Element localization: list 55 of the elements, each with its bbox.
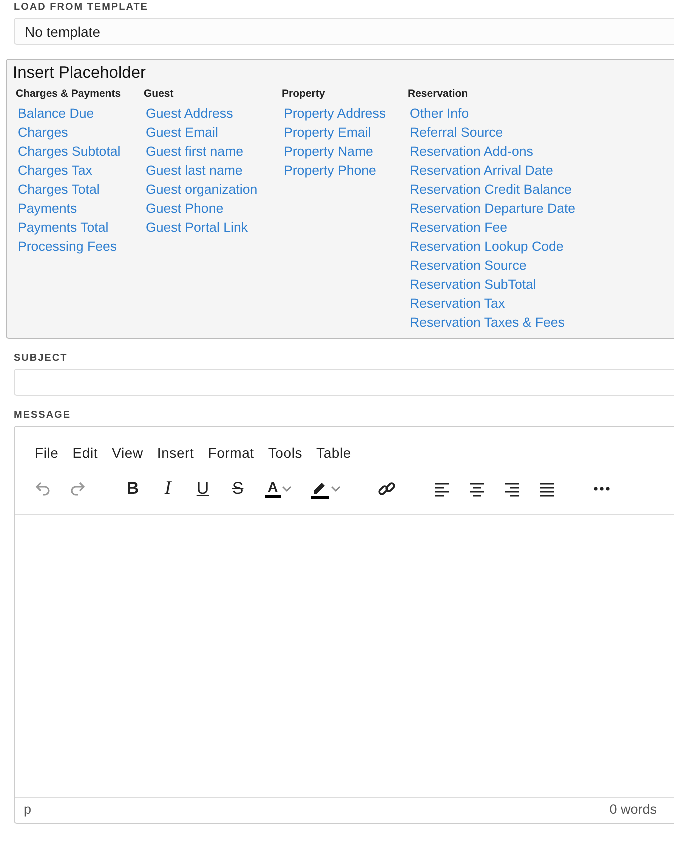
column-heading: Reservation <box>408 88 468 101</box>
placeholder-link[interactable]: Property Email <box>279 123 372 142</box>
placeholder-link[interactable]: Reservation Lookup Code <box>405 237 564 256</box>
placeholder-link[interactable]: Property Name <box>279 142 374 161</box>
menu-item[interactable]: Insert <box>150 443 202 464</box>
column-heading: Property <box>282 88 326 101</box>
placeholder-link[interactable]: Payments Total <box>13 218 109 237</box>
menu-item[interactable]: File <box>28 443 66 464</box>
placeholder-link[interactable]: Balance Due <box>13 104 94 123</box>
word-count: 0 words <box>610 801 657 820</box>
field-label: MESSAGE <box>14 410 72 422</box>
text-color-button[interactable]: A <box>258 474 300 504</box>
column-heading: Charges & Payments <box>16 88 122 101</box>
element-path: p <box>24 801 32 820</box>
placeholder-link[interactable]: Charges Total <box>13 180 100 199</box>
menu-item[interactable]: Tools <box>261 443 310 464</box>
strikethrough-button[interactable]: S <box>223 474 253 504</box>
field-label: LOAD FROM TEMPLATE <box>14 2 150 14</box>
placeholder-link[interactable]: Reservation Taxes & Fees <box>405 313 565 332</box>
subject-field[interactable] <box>14 369 674 396</box>
placeholder-link[interactable]: Reservation SubTotal <box>405 275 536 294</box>
column-heading: Guest <box>144 88 174 101</box>
bold-button[interactable]: B <box>118 474 148 504</box>
menu-item[interactable]: Format <box>201 443 262 464</box>
template-select[interactable]: No template <box>14 18 674 45</box>
placeholder-link[interactable]: Payments <box>13 199 78 218</box>
placeholder-link[interactable]: Property Address <box>279 104 386 123</box>
placeholder-link[interactable]: Charges Tax <box>13 161 92 180</box>
placeholder-link[interactable]: Processing Fees <box>13 237 118 256</box>
placeholder-link[interactable]: Guest organization <box>141 180 258 199</box>
placeholder-link[interactable]: Guest Email <box>141 123 218 142</box>
placeholder-link[interactable]: Other Info <box>405 104 470 123</box>
placeholder-link[interactable]: Referral Source <box>405 123 504 142</box>
placeholder-link[interactable]: Reservation Departure Date <box>405 199 576 218</box>
field-label: SUBJECT <box>14 353 69 365</box>
placeholder-link[interactable]: Reservation Credit Balance <box>405 180 572 199</box>
menu-item[interactable]: View <box>105 443 150 464</box>
underline-button[interactable]: U <box>188 474 218 504</box>
menu-item[interactable]: Edit <box>66 443 106 464</box>
menu-item[interactable]: Table <box>310 443 359 464</box>
placeholder-link[interactable]: Guest first name <box>141 142 244 161</box>
placeholder-link[interactable]: Charges Subtotal <box>13 142 121 161</box>
placeholder-link[interactable]: Guest last name <box>141 161 243 180</box>
placeholder-link[interactable]: Reservation Arrival Date <box>405 161 554 180</box>
placeholder-link[interactable]: Property Phone <box>279 161 376 180</box>
placeholder-link[interactable]: Charges <box>13 123 68 142</box>
placeholder-link[interactable]: Guest Address <box>141 104 234 123</box>
placeholder-link[interactable]: Reservation Tax <box>405 294 506 313</box>
italic-button[interactable]: I <box>153 474 183 504</box>
placeholder-link[interactable]: Guest Portal Link <box>141 218 248 237</box>
placeholder-link[interactable]: Reservation Add-ons <box>405 142 534 161</box>
placeholder-link[interactable]: Reservation Source <box>405 256 527 275</box>
placeholder-link[interactable]: Guest Phone <box>141 199 224 218</box>
placeholder-link[interactable]: Reservation Fee <box>405 218 508 237</box>
panel-title: Insert Placeholder <box>13 63 147 84</box>
